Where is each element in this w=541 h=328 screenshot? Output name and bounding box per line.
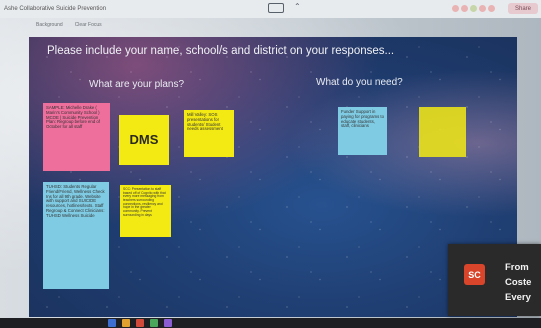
- avatar[interactable]: [488, 5, 495, 12]
- menu-clear-focus[interactable]: Clear Focus: [75, 22, 102, 28]
- column-heading-need: What do you need?: [316, 77, 403, 88]
- sticky-note-need-blank[interactable]: [419, 107, 466, 157]
- sticky-note-need-funding[interactable]: Funder Support in paying for programs to…: [338, 107, 387, 155]
- app-icon[interactable]: [164, 319, 172, 327]
- sticky-note-text: SCC: Presentation to staff based off of …: [123, 187, 166, 217]
- sticky-note-sample[interactable]: SAMPLE: Michelle Drake ( Marin's Communi…: [43, 103, 110, 171]
- sticky-note-text: SAMPLE: Michelle Drake ( Marin's Communi…: [46, 105, 100, 130]
- avatar[interactable]: [470, 5, 477, 12]
- board-menu-bar: Background Clear Focus: [0, 18, 541, 32]
- chevron-up-icon[interactable]: ⌃: [294, 2, 301, 11]
- collaboration-board[interactable]: Please include your name, school/s and d…: [29, 37, 517, 317]
- avatar: SC: [464, 264, 485, 285]
- share-button[interactable]: Share: [508, 3, 538, 14]
- sticky-note-text: Mill Valley: SOS presentations for stude…: [187, 112, 223, 132]
- notification-toast[interactable]: SC From Coste Every: [448, 244, 541, 316]
- sticky-note-text: Funder Support in paying for programs to…: [341, 109, 384, 129]
- sticky-note-mill-valley[interactable]: Mill Valley: SOS presentations for stude…: [184, 110, 234, 157]
- avatar[interactable]: [479, 5, 486, 12]
- menu-background[interactable]: Background: [36, 22, 63, 28]
- app-titlebar: Ashe Collaborative Suicide Prevention ⌃ …: [0, 0, 541, 18]
- board-heading: Please include your name, school/s and d…: [47, 45, 395, 57]
- app-icon[interactable]: [108, 319, 116, 327]
- sticky-note-tuhsd[interactable]: TUHSD: Students Regular Friend/Friend, W…: [43, 182, 109, 289]
- sticky-note-scc[interactable]: SCC: Presentation to staff based off of …: [120, 185, 171, 237]
- toast-line: Coste: [505, 277, 532, 288]
- toast-line: From: [505, 262, 529, 273]
- sticky-note-dms[interactable]: DMS: [119, 115, 169, 165]
- sticky-note-text: [419, 107, 466, 113]
- participant-avatars[interactable]: [452, 5, 495, 12]
- sticky-note-text: TUHSD: Students Regular Friend/Friend, W…: [46, 184, 105, 218]
- app-icon[interactable]: [136, 319, 144, 327]
- column-heading-plans: What are your plans?: [89, 79, 185, 90]
- avatar[interactable]: [452, 5, 459, 12]
- app-title: Ashe Collaborative Suicide Prevention: [4, 6, 107, 12]
- toast-line: Every: [505, 292, 531, 303]
- app-icon[interactable]: [122, 319, 130, 327]
- screen-share-icon[interactable]: [268, 3, 284, 13]
- avatar[interactable]: [461, 5, 468, 12]
- sticky-note-text: DMS: [129, 131, 159, 147]
- taskbar: [0, 318, 541, 328]
- app-icon[interactable]: [150, 319, 158, 327]
- taskbar-icons: [108, 319, 172, 327]
